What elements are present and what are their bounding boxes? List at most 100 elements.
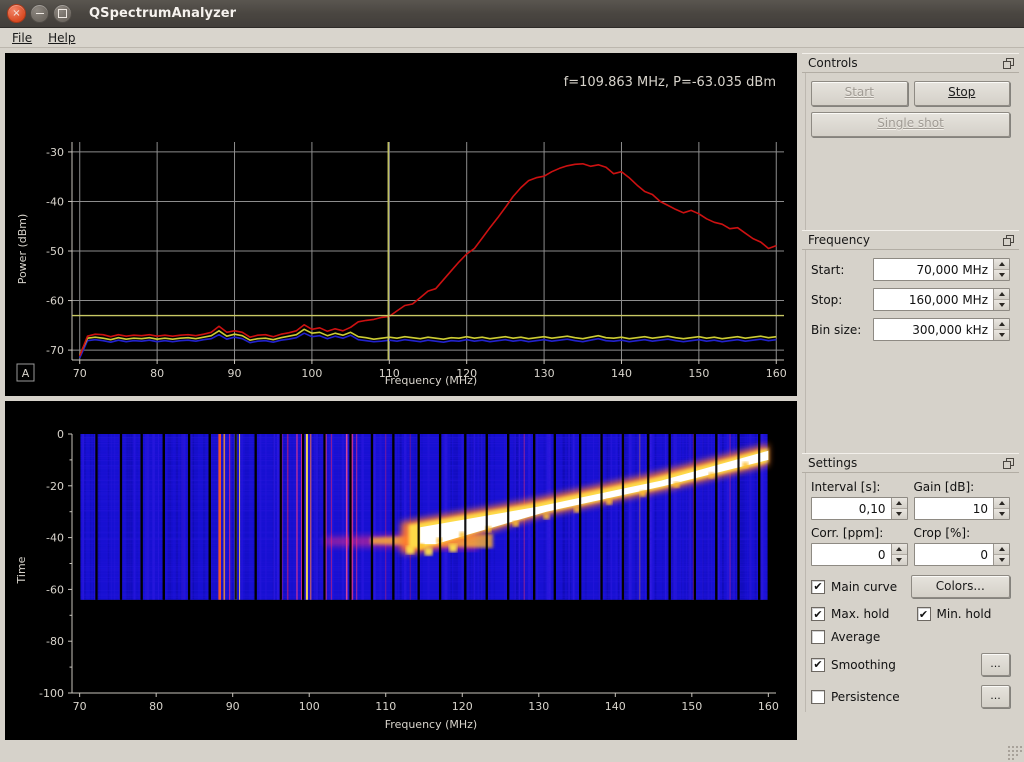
svg-text:140: 140 [605,700,626,713]
spectrum-svg: f=109.863 MHz, P=-63.035 dBm 70 80 90 100 11… [6,54,796,393]
window-title: QSpectrumAnalyzer [89,6,237,21]
main-curve-label: Main curve [831,579,898,594]
stepper-up-icon[interactable] [994,259,1009,270]
main-curve-checkbox[interactable]: ✔ Main curve [811,579,911,594]
corr-stepper[interactable] [890,544,907,565]
gain-input[interactable]: 10 [913,497,1010,520]
stepper-down-icon[interactable] [994,330,1009,340]
svg-text:0: 0 [57,428,64,441]
waterfall-plot[interactable]: 70 80 90 100 110 120 130 140 150 160 0 -20 -40 -60 -80… [5,401,797,740]
corr-value: 0 [812,544,891,565]
menu-file[interactable]: File [4,29,40,47]
spectrum-ylabel: Power (dBm) [16,214,29,285]
stop-frequency-label: Stop: [811,292,843,307]
interval-input[interactable]: 0,10 [811,497,908,520]
smoothing-checkbox[interactable]: ✔ Smoothing [811,657,981,672]
crop-stepper[interactable] [993,544,1009,565]
checkbox-box: ✔ [916,607,931,621]
stepper-up-icon[interactable] [994,289,1009,300]
start-frequency-value: 70,000 MHz [874,259,993,280]
stepper-down-icon[interactable] [994,300,1009,310]
stepper-up-icon[interactable] [994,498,1009,509]
start-frequency-input[interactable]: 70,000 MHz [873,258,1010,281]
stepper-up-icon[interactable] [994,544,1009,555]
start-button-label: Start [844,85,874,99]
frequency-panel-title: Frequency [802,230,1019,250]
max-hold-checkbox[interactable]: ✔ Max. hold [811,607,911,621]
interval-stepper[interactable] [890,498,907,519]
checkbox-box: ✔ [811,689,825,704]
float-icon[interactable] [1002,457,1016,470]
colors-button-label: Colors... [935,579,985,593]
window-close-button[interactable]: × [7,4,26,23]
hold-row: ✔ Max. hold ✔ Min. hold [811,607,1010,621]
stop-frequency-stepper[interactable] [993,289,1009,310]
corr-label: Corr. [ppm]: [811,526,884,540]
maximize-icon [58,9,67,18]
interval-gain-labels: Interval [s]: Gain [dB]: [811,480,1010,494]
smoothing-options-label: ... [990,657,1001,670]
window-titlebar: × QSpectrumAnalyzer [0,0,1024,28]
stepper-down-icon[interactable] [994,509,1009,519]
average-checkbox[interactable]: ✔ Average [811,630,911,644]
svg-text:160: 160 [766,367,787,380]
start-frequency-stepper[interactable] [993,259,1009,280]
crop-input[interactable]: 0 [913,543,1010,566]
checkbox-box: ✔ [811,630,825,644]
float-icon[interactable] [1002,234,1016,247]
menu-file-label: File [12,30,33,45]
bin-size-input[interactable]: 300,000 kHz [873,318,1010,341]
stepper-down-icon[interactable] [891,509,907,519]
autoscale-badge[interactable]: A [16,363,35,382]
start-button[interactable]: Start [811,81,908,106]
bin-size-stepper[interactable] [993,319,1009,340]
spectrum-xlabel: Frequency (MHz) [385,374,477,387]
crop-label: Crop [%]: [913,526,971,540]
settings-panel-title: Settings [802,453,1019,473]
waterfall-svg: 70 80 90 100 110 120 130 140 150 160 0 -20 -40 -60 -80… [6,402,796,737]
corr-input[interactable]: 0 [811,543,908,566]
menu-bar: File Help [0,28,1024,48]
menu-help-label: Help [48,30,76,45]
stepper-up-icon[interactable] [994,319,1009,330]
stepper-up-icon[interactable] [891,544,907,555]
menu-help[interactable]: Help [40,29,83,47]
persistence-options-button[interactable]: ... [981,685,1010,708]
gain-label: Gain [dB]: [913,480,975,494]
min-hold-checkbox[interactable]: ✔ Min. hold [911,607,1011,621]
window-maximize-button[interactable] [53,4,72,23]
svg-text:-80: -80 [46,635,64,648]
svg-text:120: 120 [452,700,473,713]
svg-text:-60: -60 [46,583,64,596]
float-icon[interactable] [1002,57,1016,70]
window-minimize-button[interactable] [30,4,49,23]
max-hold-label: Max. hold [831,607,890,621]
smoothing-row: ✔ Smoothing ... [811,653,1010,676]
colors-button[interactable]: Colors... [910,575,1010,598]
stepper-down-icon[interactable] [994,555,1009,565]
stepper-down-icon[interactable] [891,555,907,565]
controls-panel-body: Start Stop Single shot [802,73,1019,230]
resize-grip[interactable] [1006,744,1022,760]
controls-panel-title: Controls [802,53,1019,73]
stepper-down-icon[interactable] [994,270,1009,280]
checkbox-box: ✔ [811,607,825,621]
gain-stepper[interactable] [993,498,1009,519]
interval-value: 0,10 [812,498,891,519]
svg-text:110: 110 [375,700,396,713]
plot-column: f=109.863 MHz, P=-63.035 dBm 70 80 90 100 11… [5,53,797,756]
gain-value: 10 [914,498,993,519]
stop-frequency-input[interactable]: 160,000 MHz [873,288,1010,311]
svg-text:-40: -40 [46,195,64,208]
stepper-up-icon[interactable] [891,498,907,509]
svg-text:-60: -60 [46,295,64,308]
svg-text:-20: -20 [46,480,64,493]
spectrum-plot[interactable]: f=109.863 MHz, P=-63.035 dBm 70 80 90 100 11… [5,53,797,396]
interval-gain-inputs: 0,10 10 [811,497,1010,520]
bin-size-label: Bin size: [811,322,862,337]
smoothing-options-button[interactable]: ... [981,653,1010,676]
single-shot-button[interactable]: Single shot [811,112,1010,137]
persistence-checkbox[interactable]: ✔ Persistence [811,689,981,704]
stop-button[interactable]: Stop [913,81,1010,106]
persistence-label: Persistence [831,689,900,704]
